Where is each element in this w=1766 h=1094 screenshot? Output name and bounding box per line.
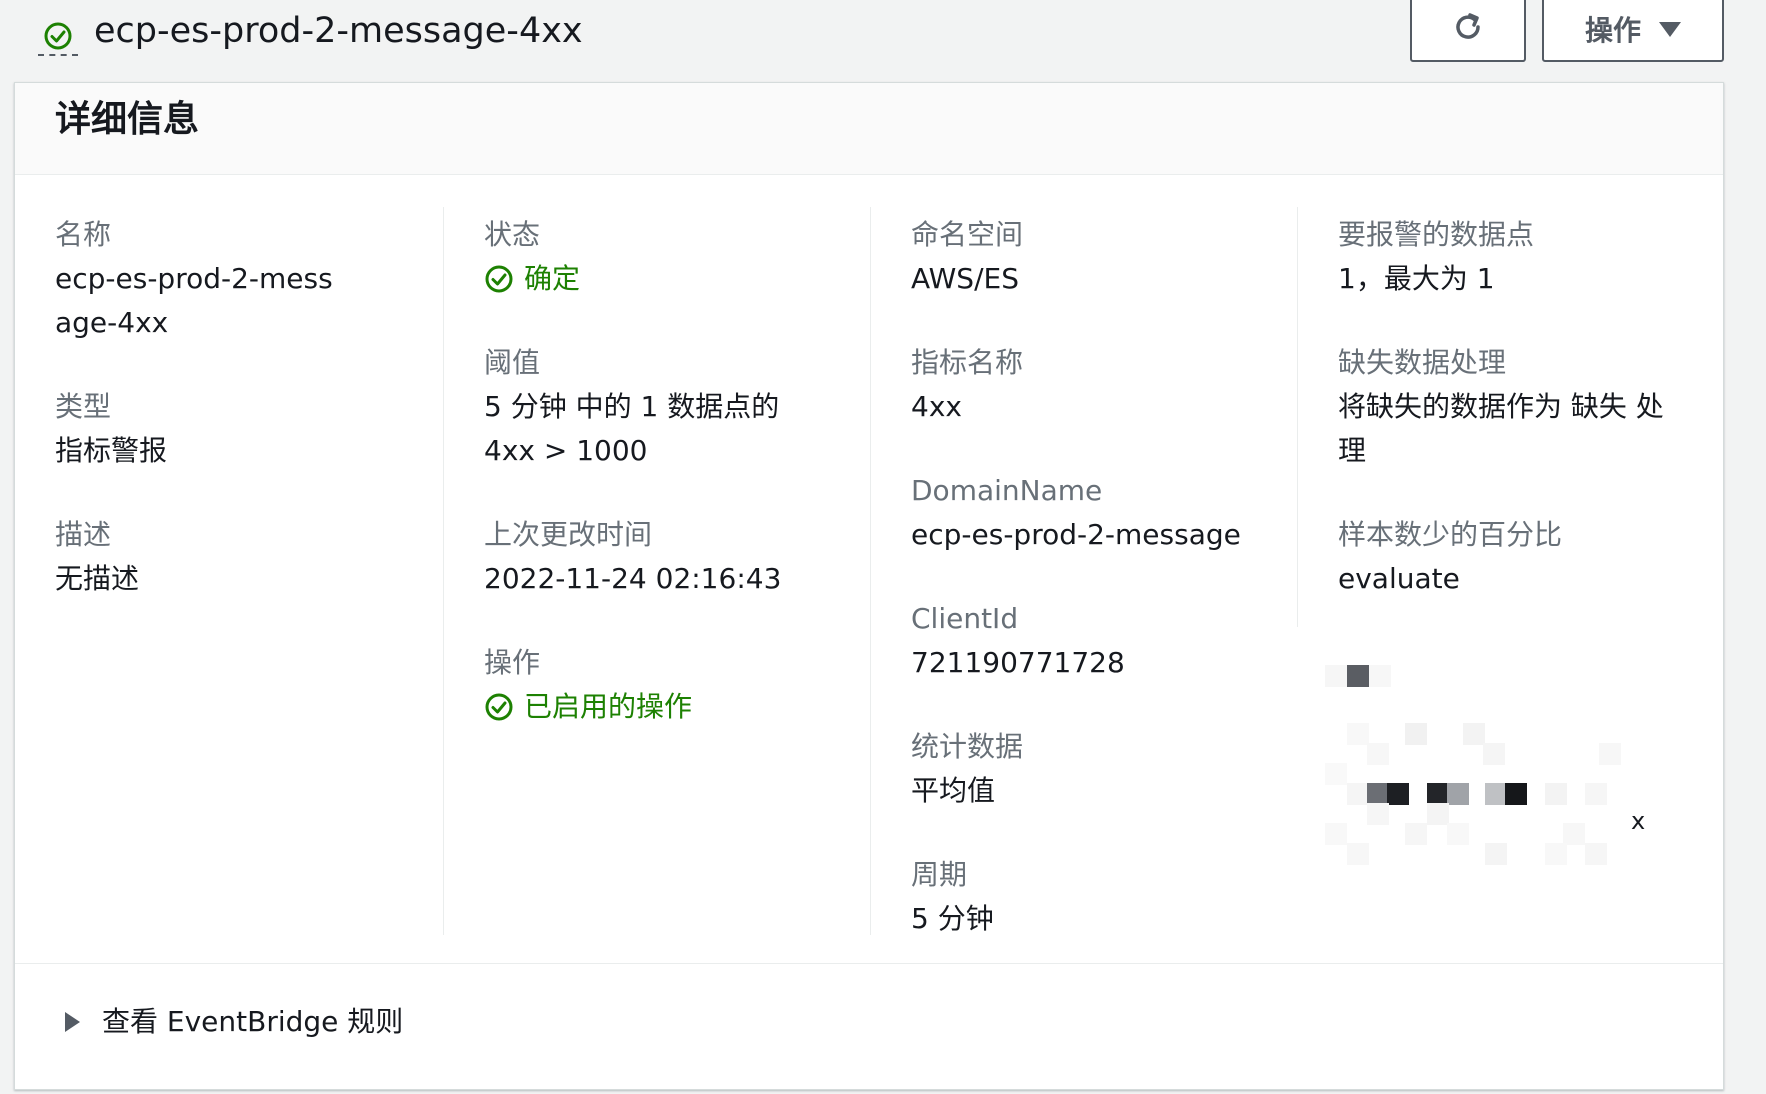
field-label: 缺失数据处理 bbox=[1338, 346, 1507, 379]
field-client-id: ClientId 721190771728 bbox=[911, 597, 1267, 685]
caret-down-icon bbox=[1659, 21, 1681, 37]
refresh-icon bbox=[1450, 9, 1486, 49]
field-value: evaluate bbox=[1338, 562, 1460, 595]
field-value: 指标警报 bbox=[55, 434, 168, 467]
field-value: AWS/ES bbox=[911, 262, 1019, 295]
field-value: 平均值 bbox=[911, 774, 996, 807]
field-low-sample: 样本数少的百分比 evaluate bbox=[1338, 513, 1694, 601]
alarm-header: ecp-es-prod-2-message-4xx 操作 bbox=[0, 0, 1766, 84]
check-circle-icon bbox=[484, 264, 514, 294]
field-name: 名称 ecp-es-prod-2-message-4xx bbox=[55, 213, 413, 345]
field-value: ecp-es-prod-2-message bbox=[911, 518, 1241, 551]
field-period: 周期 5 分钟 bbox=[911, 853, 1267, 941]
field-value: ecp-es-prod-2-message-4xx bbox=[55, 262, 333, 339]
field-statistic: 统计数据 平均值 bbox=[911, 725, 1267, 813]
field-value: 721190771728 bbox=[911, 646, 1125, 679]
field-missing-data: 缺失数据处理 将缺失的数据作为 缺失 处理 bbox=[1338, 341, 1694, 473]
field-domain-name: DomainName ecp-es-prod-2-message bbox=[911, 469, 1267, 557]
field-value: 5 分钟 中的 1 数据点的 4xx > 1000 bbox=[484, 390, 780, 467]
field-label: 要报警的数据点 bbox=[1338, 218, 1535, 251]
field-state: 状态 确定 bbox=[484, 213, 840, 301]
actions-dropdown-button[interactable]: 操作 bbox=[1542, 0, 1724, 62]
eventbridge-section: 查看 EventBridge 规则 bbox=[15, 963, 1723, 1091]
details-column-1: 名称 ecp-es-prod-2-message-4xx 类型 指标警报 描述 … bbox=[15, 207, 443, 935]
field-value: 1，最大为 1 bbox=[1338, 262, 1495, 295]
field-label: DomainName bbox=[911, 474, 1103, 507]
field-label: 状态 bbox=[484, 218, 541, 251]
field-last-changed: 上次更改时间 2022-11-24 02:16:43 bbox=[484, 513, 840, 601]
field-value: 将缺失的数据作为 缺失 处理 bbox=[1338, 390, 1664, 467]
field-namespace: 命名空间 AWS/ES bbox=[911, 213, 1267, 301]
actions-label: 操作 bbox=[1584, 14, 1641, 47]
actions-enabled: 已启用的操作 bbox=[484, 685, 840, 729]
field-label: 命名空间 bbox=[911, 218, 1024, 251]
refresh-button[interactable] bbox=[1410, 0, 1526, 62]
field-label: 类型 bbox=[55, 390, 112, 423]
details-column-2: 状态 确定 阈值 5 分钟 中的 1 数据点的 4xx > 1000 上次更改时… bbox=[443, 207, 870, 935]
field-type: 类型 指标警报 bbox=[55, 385, 413, 473]
field-threshold: 阈值 5 分钟 中的 1 数据点的 4xx > 1000 bbox=[484, 341, 840, 473]
alarm-title: ecp-es-prod-2-message-4xx bbox=[94, 11, 583, 51]
field-value: 2022-11-24 02:16:43 bbox=[484, 562, 782, 595]
details-column-3: 命名空间 AWS/ES 指标名称 4xx DomainName ecp-es-p… bbox=[870, 207, 1297, 935]
field-label: 阈值 bbox=[484, 346, 541, 379]
field-label: 周期 bbox=[911, 858, 968, 891]
field-label: 上次更改时间 bbox=[484, 518, 653, 551]
panel-title: 详细信息 bbox=[55, 99, 200, 140]
field-label: ClientId bbox=[911, 602, 1019, 635]
check-circle-icon[interactable] bbox=[38, 16, 78, 56]
status-ok: 确定 bbox=[484, 257, 840, 301]
expander-label: 查看 EventBridge 规则 bbox=[102, 1005, 404, 1038]
field-datapoints-to-alarm: 要报警的数据点 1，最大为 1 bbox=[1338, 213, 1694, 301]
field-metric-name: 指标名称 4xx bbox=[911, 341, 1267, 429]
field-actions: 操作 已启用的操作 bbox=[484, 641, 840, 729]
redacted-region bbox=[1297, 627, 1717, 947]
eventbridge-rules-expander[interactable]: 查看 EventBridge 规则 bbox=[65, 1000, 403, 1044]
actions-enabled-text: 已启用的操作 bbox=[524, 690, 693, 723]
field-description: 描述 无描述 bbox=[55, 513, 413, 601]
field-value: 4xx bbox=[911, 390, 962, 423]
field-value: 无描述 bbox=[55, 562, 140, 595]
field-value: 5 分钟 bbox=[911, 902, 994, 935]
status-text: 确定 bbox=[524, 262, 581, 295]
field-label: 描述 bbox=[55, 518, 112, 551]
check-circle-icon bbox=[484, 692, 514, 722]
field-label: 统计数据 bbox=[911, 730, 1024, 763]
field-label: 指标名称 bbox=[911, 346, 1024, 379]
field-label: 名称 bbox=[55, 218, 112, 251]
details-panel: 详细信息 名称 ecp-es-prod-2-message-4xx 类型 指标警… bbox=[14, 82, 1724, 1090]
field-label: 样本数少的百分比 bbox=[1338, 518, 1563, 551]
field-label: 操作 bbox=[484, 646, 541, 679]
redacted-trailing-char: x bbox=[1631, 807, 1646, 835]
caret-right-icon bbox=[65, 1012, 80, 1032]
panel-header: 详细信息 bbox=[15, 83, 1723, 175]
